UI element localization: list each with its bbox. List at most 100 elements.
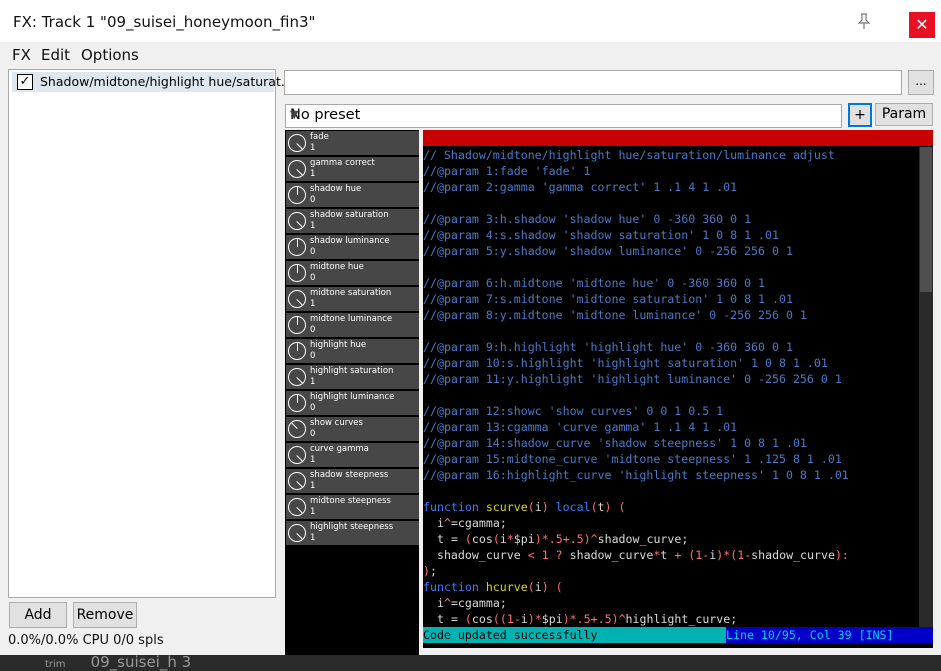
code-line[interactable]: //@param 15:midtone_curve 'midtone steep… — [423, 451, 842, 467]
scrollbar-thumb[interactable] — [920, 147, 932, 292]
knob-icon[interactable] — [288, 420, 306, 438]
code-line[interactable]: // Shadow/midtone/highlight hue/saturati… — [423, 147, 835, 163]
param-slider[interactable]: midtone hue 0 — [286, 261, 419, 285]
knob-icon[interactable] — [288, 446, 306, 464]
title-bar[interactable]: FX: Track 1 "09_suisei_honeymoon_fin3" ✕ — [0, 0, 941, 42]
bg-label-right: 09_suisei_h 3 — [90, 653, 192, 671]
chevron-down-icon: ▼ — [290, 108, 299, 121]
editor-cursor-position: Line 10/95, Col 39 [INS] — [726, 627, 933, 643]
fx-chain-list[interactable]: ✓ Shadow/midtone/highlight hue/saturat..… — [8, 69, 293, 598]
param-slider[interactable]: highlight hue 0 — [286, 339, 419, 363]
knob-icon[interactable] — [288, 264, 306, 282]
cpu-status: 0.0%/0.0% CPU 0/0 spls — [8, 633, 164, 648]
param-value: 0 — [310, 325, 316, 335]
code-line[interactable]: //@param 5:y.shadow 'shadow luminance' 0… — [423, 243, 793, 259]
param-slider[interactable]: highlight luminance 0 — [286, 391, 419, 415]
window-title: FX: Track 1 "09_suisei_honeymoon_fin3" — [13, 13, 316, 31]
param-slider[interactable]: curve gamma 1 — [286, 443, 419, 467]
param-value: 0 — [310, 273, 316, 283]
code-area[interactable]: // Shadow/midtone/highlight hue/saturati… — [423, 147, 918, 627]
code-line[interactable]: //@param 3:h.shadow 'shadow hue' 0 -360 … — [423, 211, 751, 227]
bg-label-left: trim — [45, 659, 66, 670]
knob-icon[interactable] — [288, 212, 306, 230]
param-label: shadow steepness — [310, 470, 389, 480]
fx-enable-checkbox[interactable]: ✓ — [17, 74, 33, 90]
fx-name-input[interactable] — [284, 70, 902, 95]
knob-icon[interactable] — [288, 238, 306, 256]
code-line[interactable]: //@param 9:h.highlight 'highlight hue' 0… — [423, 339, 793, 355]
code-line[interactable]: //@param 10:s.highlight 'highlight satur… — [423, 355, 828, 371]
code-line[interactable]: function hcurve(i) ( — [423, 579, 563, 595]
pin-icon[interactable] — [855, 12, 873, 30]
param-label: curve gamma — [310, 444, 369, 454]
add-preset-button[interactable]: + — [848, 103, 872, 127]
param-label: shadow saturation — [310, 210, 389, 220]
code-line[interactable]: //@param 8:y.midtone 'midtone luminance'… — [423, 307, 807, 323]
param-value: 1 — [310, 377, 316, 387]
knob-icon[interactable] — [288, 368, 306, 386]
param-label: midtone steepness — [310, 496, 391, 506]
param-slider[interactable]: midtone steepness 1 — [286, 495, 419, 519]
param-value: 0 — [310, 429, 316, 439]
code-line[interactable]: function scurve(i) local(t) ( — [423, 499, 625, 515]
code-line[interactable]: //@param 6:h.midtone 'midtone hue' 0 -36… — [423, 275, 765, 291]
param-slider[interactable]: shadow hue 0 — [286, 183, 419, 207]
param-slider[interactable]: shadow saturation 1 — [286, 209, 419, 233]
param-label: shadow hue — [310, 184, 362, 194]
code-line[interactable]: //@param 13:cgamma 'curve gamma' 1 .1 4 … — [423, 419, 737, 435]
param-slider[interactable]: fade 1 — [286, 131, 419, 155]
remove-button[interactable]: Remove — [73, 602, 137, 628]
close-button[interactable]: ✕ — [909, 12, 935, 38]
param-slider[interactable]: shadow luminance 0 — [286, 235, 419, 259]
menu-edit[interactable]: Edit — [41, 46, 70, 64]
code-line[interactable]: i^=cgamma; — [423, 515, 507, 531]
browse-button[interactable]: ... — [908, 70, 934, 95]
param-slider[interactable]: shadow steepness 1 — [286, 469, 419, 493]
param-slider[interactable]: highlight steepness 1 — [286, 521, 419, 545]
code-line[interactable]: t = (cos((1-i)*$pi)*.5+.5)^highlight_cur… — [423, 611, 737, 627]
add-button[interactable]: Add — [9, 602, 67, 628]
code-line[interactable]: t = (cos(i*$pi)*.5+.5)^shadow_curve; — [423, 531, 688, 547]
knob-icon[interactable] — [288, 524, 306, 542]
code-line[interactable]: //@param 2:gamma 'gamma correct' 1 .1 4 … — [423, 179, 737, 195]
code-line[interactable]: i^=cgamma; — [423, 595, 507, 611]
fx-window: FX: Track 1 "09_suisei_honeymoon_fin3" ✕… — [0, 0, 941, 664]
preset-dropdown[interactable]: No preset ▼ — [285, 104, 842, 128]
param-value: 1 — [310, 533, 316, 543]
code-line[interactable]: //@param 1:fade 'fade' 1 — [423, 163, 591, 179]
code-line[interactable]: //@param 4:s.shadow 'shadow saturation' … — [423, 227, 779, 243]
knob-icon[interactable] — [288, 160, 306, 178]
param-label: show curves — [310, 418, 363, 428]
param-slider[interactable]: highlight saturation 1 — [286, 365, 419, 389]
fx-list-item[interactable]: ✓ Shadow/midtone/highlight hue/saturat..… — [12, 72, 293, 92]
code-line[interactable]: shadow_curve < 1 ? shadow_curve*t + (1-i… — [423, 547, 849, 563]
knob-icon[interactable] — [288, 394, 306, 412]
knob-icon[interactable] — [288, 498, 306, 516]
knob-icon[interactable] — [288, 316, 306, 334]
code-line[interactable]: //@param 7:s.midtone 'midtone saturation… — [423, 291, 793, 307]
param-slider[interactable]: show curves 0 — [286, 417, 419, 441]
param-slider[interactable]: midtone luminance 0 — [286, 313, 419, 337]
code-line[interactable]: //@param 11:y.highlight 'highlight lumin… — [423, 371, 842, 387]
param-label: gamma correct — [310, 158, 375, 168]
code-line[interactable]: //@param 16:highlight_curve 'highlight s… — [423, 467, 849, 483]
param-label: midtone hue — [310, 262, 364, 272]
param-slider[interactable]: gamma correct 1 — [286, 157, 419, 181]
param-value: 1 — [310, 299, 316, 309]
param-label: highlight luminance — [310, 392, 395, 402]
code-line[interactable]: ); — [423, 563, 437, 579]
knob-icon[interactable] — [288, 186, 306, 204]
param-button[interactable]: Param — [875, 103, 933, 126]
editor-scrollbar[interactable] — [919, 147, 933, 627]
param-value: 1 — [310, 169, 316, 179]
menu-options[interactable]: Options — [81, 46, 139, 64]
menu-fx[interactable]: FX — [12, 46, 31, 64]
code-editor[interactable]: // Shadow/midtone/highlight hue/saturati… — [423, 130, 933, 648]
param-slider[interactable]: midtone saturation 1 — [286, 287, 419, 311]
code-line[interactable]: //@param 14:shadow_curve 'shadow steepne… — [423, 435, 807, 451]
knob-icon[interactable] — [288, 472, 306, 490]
knob-icon[interactable] — [288, 290, 306, 308]
code-line[interactable]: //@param 12:showc 'show curves' 0 0 1 0.… — [423, 403, 723, 419]
knob-icon[interactable] — [288, 134, 306, 152]
knob-icon[interactable] — [288, 342, 306, 360]
